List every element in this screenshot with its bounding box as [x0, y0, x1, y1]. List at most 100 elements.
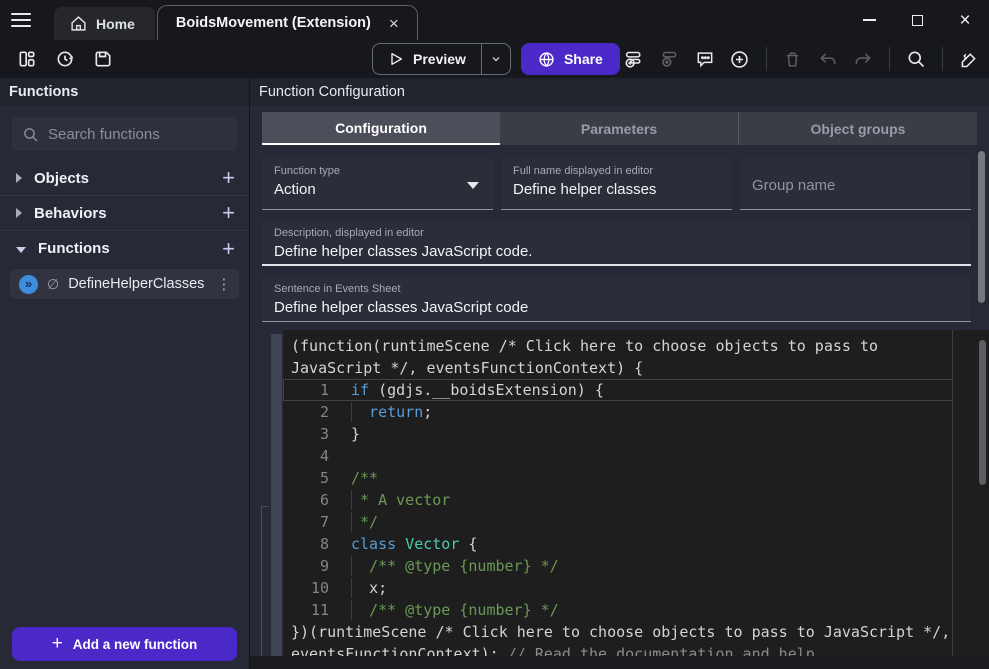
- javascript-code-editor[interactable]: (function(runtimeScene /* Click here to …: [283, 330, 989, 656]
- dropdown-arrow-icon[interactable]: [467, 182, 479, 189]
- code-line[interactable]: 3}: [283, 423, 953, 445]
- code-line[interactable]: 2 return;: [283, 401, 953, 423]
- code-lines: 1if (gdjs.__boidsExtension) {2 return;3}…: [283, 379, 953, 621]
- editor-scrollbar-thumb[interactable]: [979, 340, 986, 485]
- chevron-right-icon: [16, 208, 22, 218]
- code-header-line[interactable]: (function(runtimeScene /* Click here to …: [283, 335, 989, 357]
- item-menu-icon[interactable]: ⋮: [213, 275, 234, 293]
- code-footer-line: eventsFunctionContext); // Read the docu…: [283, 643, 989, 656]
- function-item-definehelperclasses[interactable]: » ∅ DefineHelperClasses ⋮: [10, 269, 239, 299]
- sentence-field[interactable]: Sentence in Events Sheet Define helper c…: [262, 276, 971, 322]
- tab-close-icon[interactable]: ×: [385, 13, 403, 34]
- code-text: if (gdjs.__boidsExtension) {: [329, 379, 604, 401]
- tree-section-functions[interactable]: Functions +: [0, 231, 249, 266]
- code-header-line[interactable]: JavaScript */, eventsFunctionContext) {: [283, 357, 989, 379]
- code-line[interactable]: 6 * A vector: [283, 489, 953, 511]
- sentence-value: Define helper classes JavaScript code: [274, 299, 959, 316]
- undo-button[interactable]: [813, 44, 843, 74]
- full-name-field[interactable]: Full name displayed in editor Define hel…: [501, 158, 732, 210]
- chevron-down-icon: [490, 53, 502, 65]
- app-window: Home BoidsMovement (Extension) × ×: [0, 0, 989, 669]
- code-line[interactable]: 5/**: [283, 467, 953, 489]
- function-type-value: Action: [274, 181, 481, 198]
- main-menu-button[interactable]: [0, 0, 42, 40]
- form-row-3: Sentence in Events Sheet Define helper c…: [262, 276, 971, 322]
- toolbar-right-group: [620, 44, 984, 74]
- tab-configuration[interactable]: Configuration: [262, 112, 500, 145]
- share-button[interactable]: Share: [521, 43, 620, 75]
- minimize-button[interactable]: [845, 0, 893, 40]
- preview-options-button[interactable]: [481, 44, 510, 74]
- tab-home[interactable]: Home: [54, 7, 155, 40]
- close-button[interactable]: ×: [941, 0, 989, 40]
- add-event-button[interactable]: [620, 44, 650, 74]
- event-drag-handle[interactable]: [271, 334, 282, 656]
- maximize-button[interactable]: [893, 0, 941, 40]
- indent-guide: [351, 402, 352, 422]
- add-new-function-button[interactable]: + Add a new function: [12, 627, 237, 661]
- preview-button[interactable]: Preview: [373, 44, 481, 74]
- save-icon: [93, 49, 113, 69]
- toolbar-divider: [889, 47, 890, 71]
- tab-extension-label: BoidsMovement (Extension): [176, 15, 371, 31]
- function-type-select[interactable]: Function type Action: [262, 158, 493, 210]
- hamburger-icon: [11, 9, 31, 31]
- add-comment-button[interactable]: [690, 44, 720, 74]
- description-field[interactable]: Description, displayed in editor Define …: [262, 220, 971, 266]
- open-projects-button[interactable]: [12, 44, 42, 74]
- code-line[interactable]: 1if (gdjs.__boidsExtension) {: [283, 379, 953, 401]
- tree-section-behaviors[interactable]: Behaviors +: [0, 196, 249, 231]
- line-number: 5: [283, 467, 329, 489]
- search-functions-input[interactable]: [48, 126, 247, 143]
- toolbar-center-group: Preview Share: [372, 43, 620, 75]
- line-number: 11: [283, 599, 329, 621]
- tab-parameters[interactable]: Parameters: [500, 112, 738, 145]
- delete-button[interactable]: [778, 44, 808, 74]
- tab-home-label: Home: [96, 16, 135, 32]
- code-line[interactable]: 8class Vector {: [283, 533, 953, 555]
- add-sub-event-button[interactable]: [655, 44, 685, 74]
- indent-guide: [351, 512, 352, 532]
- form-scrollbar-thumb[interactable]: [978, 151, 985, 303]
- code-line[interactable]: 10 x;: [283, 577, 953, 599]
- search-icon: [906, 49, 926, 69]
- code-footer-line[interactable]: })(runtimeScene /* Click here to choose …: [283, 621, 989, 643]
- redo-button[interactable]: [848, 44, 878, 74]
- add-element-button[interactable]: [725, 44, 755, 74]
- add-object-button[interactable]: +: [220, 167, 237, 189]
- full-name-label: Full name displayed in editor: [513, 165, 720, 177]
- code-line[interactable]: 11 /** @type {number} */: [283, 599, 953, 621]
- code-line[interactable]: 9 /** @type {number} */: [283, 555, 953, 577]
- add-behavior-button[interactable]: +: [220, 202, 237, 224]
- version-history-button[interactable]: [50, 44, 80, 74]
- indent-guide: [351, 556, 352, 576]
- code-line[interactable]: 4: [283, 445, 953, 467]
- code-text: class Vector {: [329, 533, 477, 555]
- save-button[interactable]: [88, 44, 118, 74]
- add-comment-icon: [695, 49, 715, 69]
- code-text: /** @type {number} */: [329, 599, 559, 621]
- toolbar: Preview Share: [0, 40, 989, 78]
- content-area: Functions Objects + Behaviors + F: [0, 78, 989, 669]
- group-name-field[interactable]: Group name: [740, 158, 971, 210]
- documentation-link[interactable]: Read the documentation and help: [535, 645, 815, 656]
- configuration-form: Function type Action Full name displayed…: [250, 145, 989, 330]
- code-text: [329, 445, 351, 467]
- add-event-icon: [624, 49, 645, 70]
- add-function-button[interactable]: +: [220, 238, 237, 260]
- plus-icon: +: [52, 633, 63, 655]
- search-button[interactable]: [901, 44, 931, 74]
- tree-section-objects[interactable]: Objects +: [0, 161, 249, 196]
- edit-properties-button[interactable]: [954, 44, 984, 74]
- form-row-2: Description, displayed in editor Define …: [262, 220, 971, 266]
- tree-section-label: Behaviors: [34, 205, 220, 222]
- form-row-1: Function type Action Full name displayed…: [262, 158, 971, 210]
- code-line[interactable]: 7 */: [283, 511, 953, 533]
- line-number: 3: [283, 423, 329, 445]
- search-functions-box[interactable]: [12, 117, 237, 151]
- function-item-label: DefineHelperClasses: [68, 276, 204, 292]
- tab-extension[interactable]: BoidsMovement (Extension) ×: [157, 5, 418, 40]
- code-footer-text: eventsFunctionContext);: [291, 645, 508, 656]
- tab-object-groups[interactable]: Object groups: [738, 112, 977, 145]
- tree-section-label: Functions: [38, 240, 220, 257]
